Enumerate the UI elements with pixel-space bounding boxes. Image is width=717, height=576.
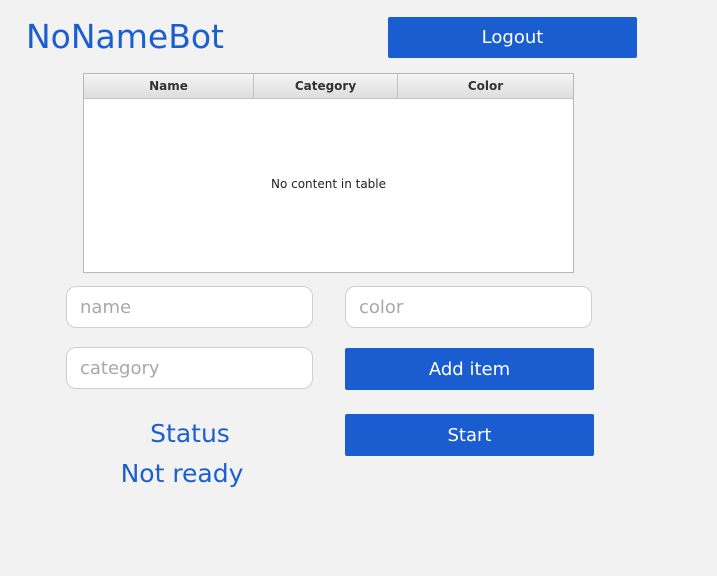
column-header-category[interactable]: Category: [254, 74, 398, 98]
logout-button[interactable]: Logout: [388, 17, 637, 58]
table-header: Name Category Color: [84, 74, 573, 99]
status-value: Not ready: [120, 459, 244, 488]
items-table[interactable]: Name Category Color No content in table: [83, 73, 574, 273]
category-input[interactable]: [66, 347, 313, 389]
name-input[interactable]: [66, 286, 313, 328]
column-header-name[interactable]: Name: [84, 74, 254, 98]
start-button[interactable]: Start: [345, 414, 594, 456]
column-header-color[interactable]: Color: [398, 74, 573, 98]
table-empty-message: No content in table: [270, 177, 387, 191]
status-label: Status: [150, 419, 230, 448]
color-input[interactable]: [345, 286, 592, 328]
add-item-button[interactable]: Add item: [345, 348, 594, 390]
app-title: NoNameBot: [26, 17, 224, 56]
